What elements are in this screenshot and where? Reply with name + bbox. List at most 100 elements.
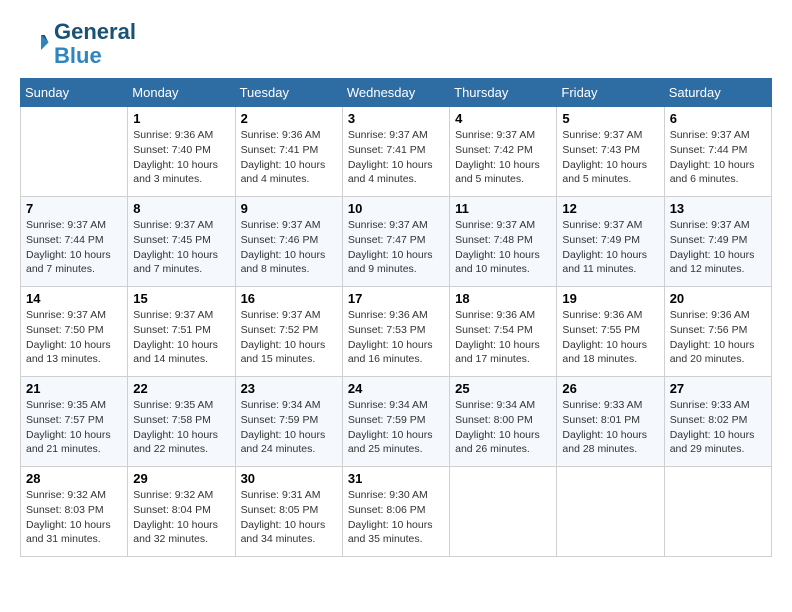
calendar-cell: 16 Sunrise: 9:37 AM Sunset: 7:52 PM Dayli… [235,287,342,377]
day-number: 16 [241,291,337,306]
calendar-cell: 22 Sunrise: 9:35 AM Sunset: 7:58 PM Dayli… [128,377,235,467]
calendar-week-row: 28 Sunrise: 9:32 AM Sunset: 8:03 PM Dayli… [21,467,772,557]
calendar-cell: 2 Sunrise: 9:36 AM Sunset: 7:41 PM Daylig… [235,107,342,197]
calendar-week-row: 7Sunrise: 9:37 AM Sunset: 7:44 PM Daylig… [21,197,772,287]
day-number: 10 [348,201,444,216]
day-info: Sunrise: 9:34 AM Sunset: 7:59 PM Dayligh… [241,398,337,457]
day-number: 28 [26,471,122,486]
day-info: Sunrise: 9:36 AM Sunset: 7:56 PM Dayligh… [670,308,766,367]
day-of-week-header: Wednesday [342,79,449,107]
day-info: Sunrise: 9:37 AM Sunset: 7:42 PM Dayligh… [455,128,551,187]
day-number: 26 [562,381,658,396]
day-number: 25 [455,381,551,396]
calendar-cell: 30Sunrise: 9:31 AM Sunset: 8:05 PM Dayli… [235,467,342,557]
day-number: 30 [241,471,337,486]
calendar-cell: 25 Sunrise: 9:34 AM Sunset: 8:00 PM Dayli… [450,377,557,467]
day-info: Sunrise: 9:30 AM Sunset: 8:06 PM Dayligh… [348,488,444,547]
day-info: Sunrise: 9:37 AM Sunset: 7:45 PM Dayligh… [133,218,229,277]
day-of-week-header: Thursday [450,79,557,107]
day-number: 24 [348,381,444,396]
day-info: Sunrise: 9:35 AM Sunset: 7:58 PM Dayligh… [133,398,229,457]
day-info: Sunrise: 9:37 AM Sunset: 7:43 PM Dayligh… [562,128,658,187]
calendar-cell: 12 Sunrise: 9:37 AM Sunset: 7:49 PM Dayli… [557,197,664,287]
calendar-cell: 11Sunrise: 9:37 AM Sunset: 7:48 PM Dayli… [450,197,557,287]
day-info: Sunrise: 9:36 AM Sunset: 7:55 PM Dayligh… [562,308,658,367]
day-info: Sunrise: 9:37 AM Sunset: 7:44 PM Dayligh… [26,218,122,277]
day-info: Sunrise: 9:33 AM Sunset: 8:01 PM Dayligh… [562,398,658,457]
calendar-cell: 19 Sunrise: 9:36 AM Sunset: 7:55 PM Dayli… [557,287,664,377]
day-number: 12 [562,201,658,216]
calendar-cell: 26 Sunrise: 9:33 AM Sunset: 8:01 PM Dayli… [557,377,664,467]
day-number: 3 [348,111,444,126]
day-number: 13 [670,201,766,216]
day-number: 2 [241,111,337,126]
calendar-week-row: 14Sunrise: 9:37 AM Sunset: 7:50 PM Dayli… [21,287,772,377]
day-number: 19 [562,291,658,306]
day-info: Sunrise: 9:35 AM Sunset: 7:57 PM Dayligh… [26,398,122,457]
day-number: 8 [133,201,229,216]
page-header: General Blue [20,20,772,68]
day-info: Sunrise: 9:37 AM Sunset: 7:47 PM Dayligh… [348,218,444,277]
day-info: Sunrise: 9:37 AM Sunset: 7:52 PM Dayligh… [241,308,337,367]
calendar-cell [664,467,771,557]
calendar-cell: 14Sunrise: 9:37 AM Sunset: 7:50 PM Dayli… [21,287,128,377]
day-info: Sunrise: 9:32 AM Sunset: 8:04 PM Dayligh… [133,488,229,547]
day-number: 22 [133,381,229,396]
calendar-table: SundayMondayTuesdayWednesdayThursdayFrid… [20,78,772,557]
day-of-week-header: Sunday [21,79,128,107]
calendar-cell: 1Sunrise: 9:36 AM Sunset: 7:40 PM Daylig… [128,107,235,197]
calendar-cell: 24Sunrise: 9:34 AM Sunset: 7:59 PM Dayli… [342,377,449,467]
day-number: 23 [241,381,337,396]
day-info: Sunrise: 9:37 AM Sunset: 7:46 PM Dayligh… [241,218,337,277]
logo-icon [20,29,50,59]
day-number: 11 [455,201,551,216]
calendar-cell: 15 Sunrise: 9:37 AM Sunset: 7:51 PM Dayli… [128,287,235,377]
day-number: 27 [670,381,766,396]
day-info: Sunrise: 9:36 AM Sunset: 7:40 PM Dayligh… [133,128,229,187]
calendar-cell [450,467,557,557]
day-number: 9 [241,201,337,216]
calendar-cell: 7Sunrise: 9:37 AM Sunset: 7:44 PM Daylig… [21,197,128,287]
calendar-cell: 3 Sunrise: 9:37 AM Sunset: 7:41 PM Daylig… [342,107,449,197]
logo: General Blue [20,20,136,68]
day-number: 18 [455,291,551,306]
calendar-cell: 21 Sunrise: 9:35 AM Sunset: 7:57 PM Dayli… [21,377,128,467]
day-info: Sunrise: 9:36 AM Sunset: 7:41 PM Dayligh… [241,128,337,187]
calendar-cell: 29 Sunrise: 9:32 AM Sunset: 8:04 PM Dayli… [128,467,235,557]
calendar-cell: 9 Sunrise: 9:37 AM Sunset: 7:46 PM Daylig… [235,197,342,287]
day-number: 4 [455,111,551,126]
calendar-cell: 23 Sunrise: 9:34 AM Sunset: 7:59 PM Dayli… [235,377,342,467]
calendar-week-row: 21 Sunrise: 9:35 AM Sunset: 7:57 PM Dayli… [21,377,772,467]
day-number: 5 [562,111,658,126]
day-info: Sunrise: 9:34 AM Sunset: 8:00 PM Dayligh… [455,398,551,457]
day-info: Sunrise: 9:37 AM Sunset: 7:41 PM Dayligh… [348,128,444,187]
day-info: Sunrise: 9:33 AM Sunset: 8:02 PM Dayligh… [670,398,766,457]
calendar-cell [557,467,664,557]
calendar-cell: 5 Sunrise: 9:37 AM Sunset: 7:43 PM Daylig… [557,107,664,197]
calendar-cell: 8 Sunrise: 9:37 AM Sunset: 7:45 PM Daylig… [128,197,235,287]
calendar-cell [21,107,128,197]
day-number: 14 [26,291,122,306]
calendar-cell: 18 Sunrise: 9:36 AM Sunset: 7:54 PM Dayli… [450,287,557,377]
calendar-cell: 31 Sunrise: 9:30 AM Sunset: 8:06 PM Dayli… [342,467,449,557]
day-number: 15 [133,291,229,306]
day-of-week-header: Tuesday [235,79,342,107]
day-number: 21 [26,381,122,396]
logo-text: General Blue [54,20,136,68]
day-info: Sunrise: 9:32 AM Sunset: 8:03 PM Dayligh… [26,488,122,547]
calendar-cell: 13Sunrise: 9:37 AM Sunset: 7:49 PM Dayli… [664,197,771,287]
day-number: 29 [133,471,229,486]
calendar-cell: 6Sunrise: 9:37 AM Sunset: 7:44 PM Daylig… [664,107,771,197]
day-number: 31 [348,471,444,486]
day-number: 6 [670,111,766,126]
day-info: Sunrise: 9:36 AM Sunset: 7:54 PM Dayligh… [455,308,551,367]
calendar-cell: 17Sunrise: 9:36 AM Sunset: 7:53 PM Dayli… [342,287,449,377]
calendar-cell: 27 Sunrise: 9:33 AM Sunset: 8:02 PM Dayli… [664,377,771,467]
day-of-week-header: Monday [128,79,235,107]
calendar-cell: 4 Sunrise: 9:37 AM Sunset: 7:42 PM Daylig… [450,107,557,197]
day-info: Sunrise: 9:37 AM Sunset: 7:49 PM Dayligh… [562,218,658,277]
day-number: 17 [348,291,444,306]
calendar-week-row: 1Sunrise: 9:36 AM Sunset: 7:40 PM Daylig… [21,107,772,197]
day-info: Sunrise: 9:37 AM Sunset: 7:51 PM Dayligh… [133,308,229,367]
day-of-week-header: Saturday [664,79,771,107]
